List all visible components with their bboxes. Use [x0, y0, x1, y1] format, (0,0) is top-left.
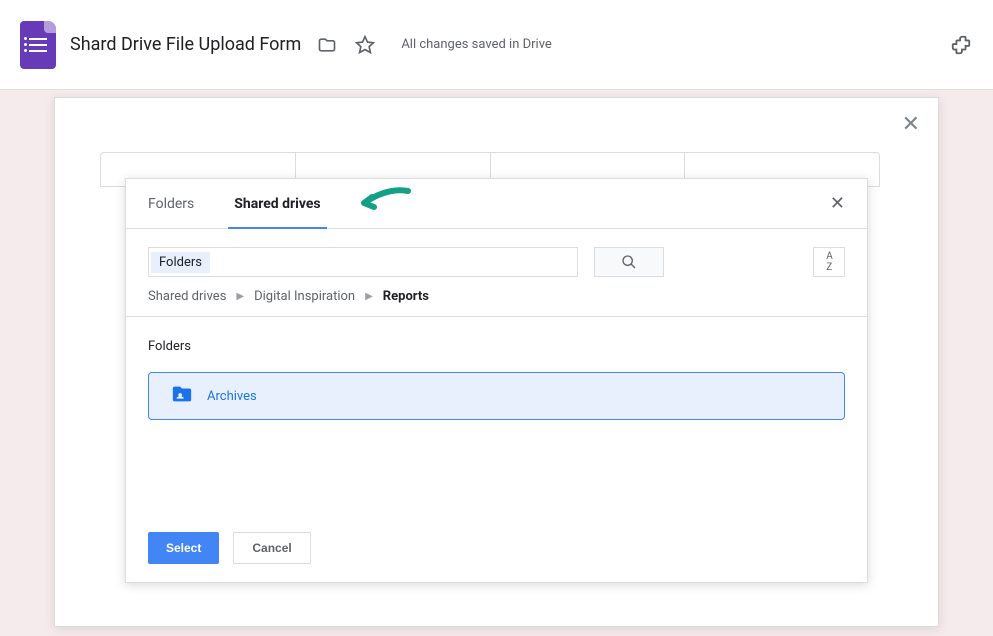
picker-tabs: Folders Shared drives ✕ [126, 179, 867, 229]
addons-icon[interactable] [949, 33, 973, 57]
search-filter-chip[interactable]: Folders [151, 252, 210, 273]
forms-logo-icon[interactable] [20, 21, 56, 69]
picker-close-icon[interactable]: ✕ [830, 193, 845, 214]
star-icon[interactable] [353, 33, 377, 57]
breadcrumb-root[interactable]: Shared drives [148, 289, 226, 304]
sort-az-icon: AZ [826, 251, 832, 273]
folder-item-label: Archives [207, 389, 257, 404]
search-input[interactable] [212, 255, 577, 270]
folder-move-icon[interactable] [315, 33, 339, 57]
tab-shared-drives[interactable]: Shared drives [234, 179, 340, 229]
drive-picker-dialog: Folders Shared drives ✕ Folders AZ Share… [125, 178, 868, 583]
cancel-button[interactable]: Cancel [233, 532, 310, 564]
breadcrumb-mid[interactable]: Digital Inspiration [254, 289, 355, 304]
search-input-wrap[interactable]: Folders [148, 247, 578, 277]
annotation-arrow-icon [358, 185, 412, 221]
breadcrumb-current[interactable]: Reports [383, 289, 429, 304]
chevron-right-icon: ▶ [365, 291, 373, 302]
folders-section-label: Folders [126, 317, 867, 366]
picker-footer: Select Cancel [126, 519, 867, 582]
chevron-right-icon: ▶ [236, 291, 244, 302]
tab-folders[interactable]: Folders [148, 179, 214, 229]
select-button[interactable]: Select [148, 532, 219, 564]
app-header: Shard Drive File Upload Form All changes… [0, 0, 993, 90]
document-title[interactable]: Shard Drive File Upload Form [70, 34, 301, 55]
close-icon[interactable]: ✕ [902, 112, 920, 137]
shared-folder-icon [171, 383, 193, 409]
folder-item-archives[interactable]: Archives [148, 372, 845, 420]
picker-toolbar: Folders AZ [126, 229, 867, 283]
search-button[interactable] [594, 247, 664, 277]
sort-button[interactable]: AZ [813, 247, 845, 277]
save-status: All changes saved in Drive [401, 37, 552, 52]
breadcrumb: Shared drives ▶ Digital Inspiration ▶ Re… [126, 283, 867, 317]
